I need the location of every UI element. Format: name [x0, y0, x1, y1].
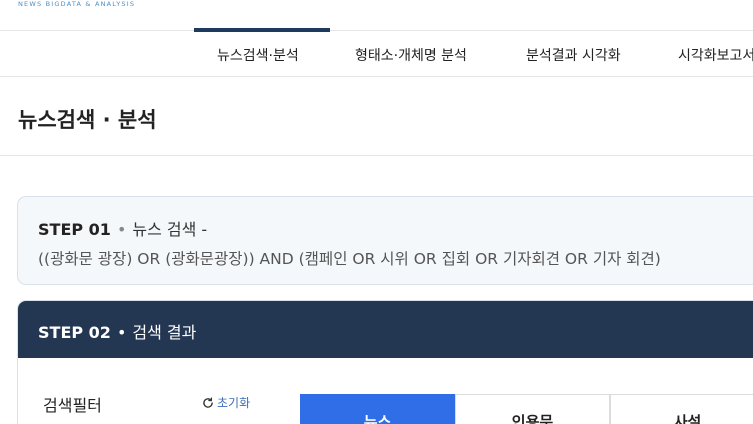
search-query-text: ((광화문 광장) OR (광화문광장)) AND (캠페인 OR 시위 OR … [38, 250, 661, 268]
step2-title: 검색 결과 [132, 323, 197, 342]
step1-bullet: • [116, 220, 127, 239]
step2-heading: STEP 02 • 검색 결과 [38, 319, 196, 343]
step1-panel: STEP 01 • 뉴스 검색 - ((광화문 광장) OR (광화문광장)) AN… [17, 196, 753, 285]
step2-header: STEP 02 • 검색 결과 [18, 301, 753, 358]
logo-subtitle: NEWS BIGDATA & ANALYSIS [18, 0, 136, 8]
nav-item-visualization[interactable]: 분석결과 시각화 [526, 45, 621, 65]
step2-panel: STEP 02 • 검색 결과 검색필터 초기화 뉴스 인용문 사설 [17, 300, 753, 424]
nav-active-indicator [194, 28, 330, 32]
page-title: 뉴스검색 · 분석 [18, 108, 157, 132]
step2-bullet: • [116, 323, 127, 342]
reset-filter-button[interactable]: 초기화 [202, 394, 250, 411]
reset-label: 초기화 [217, 396, 251, 410]
step2-label: STEP 02 [38, 323, 111, 342]
tab-news[interactable]: 뉴스 [300, 394, 455, 424]
step1-title: 뉴스 검색 - [132, 220, 208, 239]
logo[interactable]: NEWS BIGDATA & ANALYSIS [18, 0, 135, 12]
nav-item-report[interactable]: 시각화보고서 [678, 45, 753, 65]
step1-label: STEP 01 [38, 220, 111, 239]
step1-heading: STEP 01 • 뉴스 검색 - [38, 216, 207, 240]
main-nav: 뉴스검색·분석 형태소·개체명 분석 분석결과 시각화 시각화보고서 [0, 28, 753, 77]
title-divider [0, 155, 753, 156]
nav-item-morpheme-analysis[interactable]: 형태소·개체명 분석 [355, 45, 467, 65]
tab-quotes[interactable]: 인용문 [455, 394, 610, 424]
refresh-icon [203, 397, 213, 408]
nav-item-news-search[interactable]: 뉴스검색·분석 [217, 45, 299, 65]
filter-label: 검색필터 [43, 396, 102, 415]
tab-editorials[interactable]: 사설 [610, 394, 753, 424]
